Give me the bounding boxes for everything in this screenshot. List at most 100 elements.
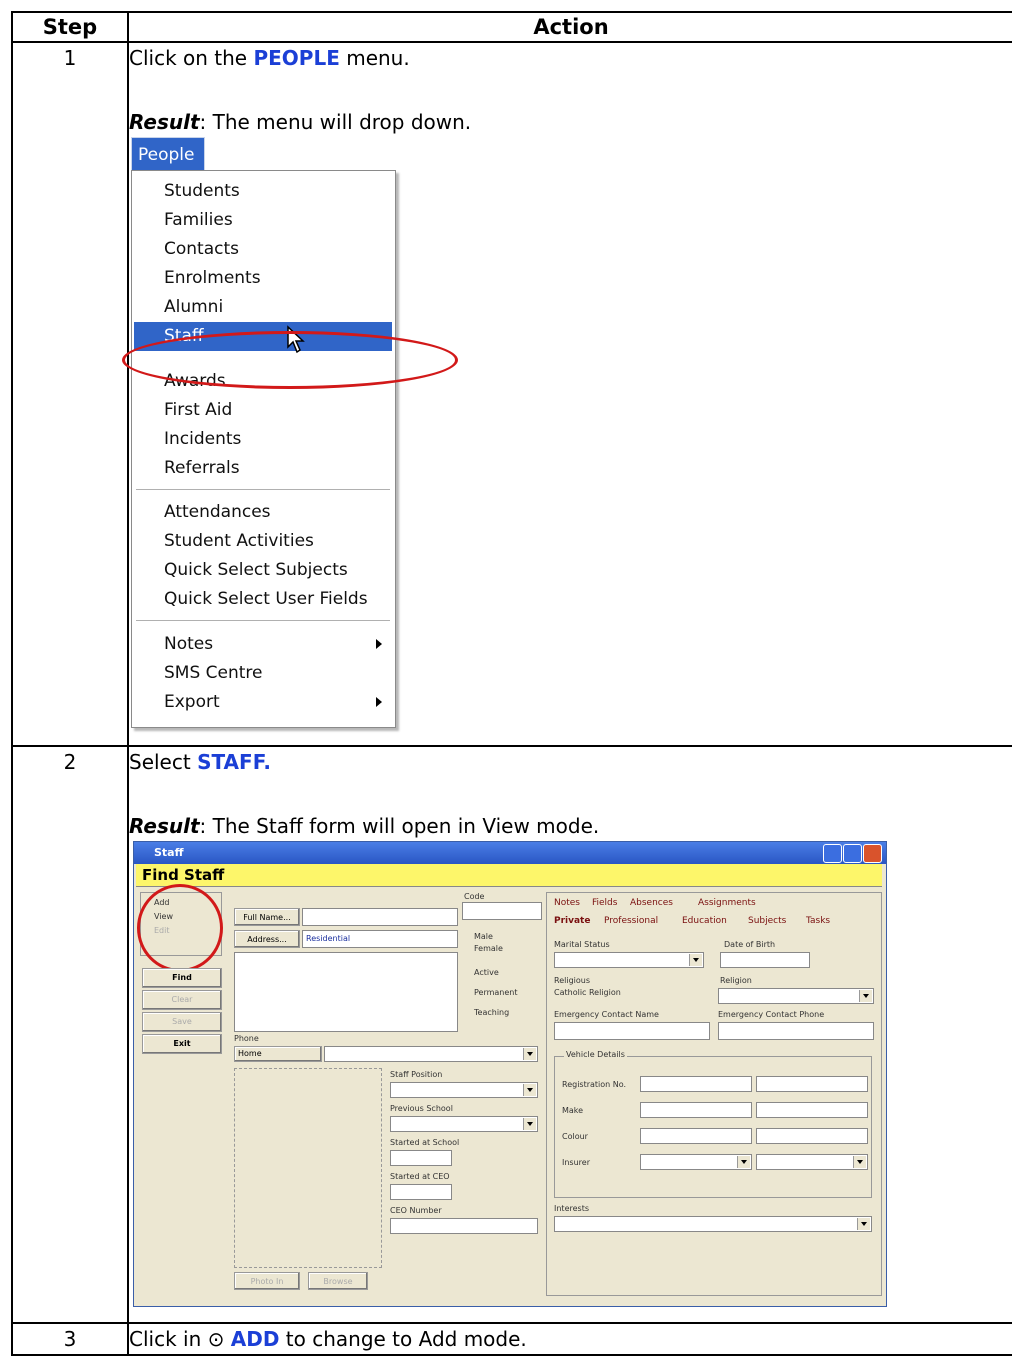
address-type-select[interactable]: Residential (302, 930, 458, 948)
address-button[interactable]: Address... (234, 930, 300, 948)
check-teaching[interactable]: Teaching (474, 1008, 509, 1017)
catholic-religion-check[interactable]: Catholic Religion (554, 988, 621, 997)
interests-select[interactable] (554, 1216, 872, 1232)
tab-assignments[interactable]: Assignments (698, 898, 756, 908)
result-description: : The Staff form will open in View mode. (199, 814, 600, 838)
people-menu-screenshot: People Students Families Contacts Enrolm… (131, 137, 416, 729)
check-permanent[interactable]: Permanent (474, 988, 518, 997)
menu-item-attendances[interactable]: Attendances (134, 498, 392, 527)
people-menu-title[interactable]: People (131, 137, 205, 173)
result-text: Result: The Staff form will open in View… (129, 811, 1012, 841)
insurer-select-2[interactable] (756, 1154, 868, 1170)
religion-select[interactable] (718, 988, 874, 1004)
phone-type-select[interactable]: Home (234, 1046, 322, 1062)
full-name-button[interactable]: Full Name... (234, 908, 300, 926)
colour-field-2[interactable] (756, 1128, 868, 1144)
menu-item-contacts[interactable]: Contacts (134, 235, 392, 264)
instruction-post: menu. (339, 46, 410, 70)
menu-item-quick-select-user-fields[interactable]: Quick Select User Fields (134, 585, 392, 614)
tab-fields[interactable]: Fields (592, 898, 617, 908)
menu-item-first-aid[interactable]: First Aid (134, 396, 392, 425)
full-name-field[interactable] (302, 908, 458, 926)
colour-label: Colour (562, 1132, 588, 1141)
ceo-number-field[interactable] (390, 1218, 538, 1234)
make-field-1[interactable] (640, 1102, 752, 1118)
code-label: Code (464, 892, 485, 901)
menu-item-quick-select-subjects[interactable]: Quick Select Subjects (134, 556, 392, 585)
started-ceo-label: Started at CEO (390, 1172, 450, 1181)
maximize-icon[interactable] (843, 844, 862, 863)
ec-phone-field[interactable] (718, 1022, 874, 1040)
tab-private[interactable]: Private (554, 916, 590, 926)
menu-item-alumni[interactable]: Alumni (134, 293, 392, 322)
make-label: Make (562, 1106, 584, 1115)
result-text: Result: The menu will drop down. (129, 107, 1012, 137)
marital-status-select[interactable] (554, 952, 704, 968)
code-field[interactable] (462, 902, 542, 920)
staff-position-select[interactable] (390, 1082, 538, 1098)
menu-item-incidents[interactable]: Incidents (134, 425, 392, 454)
exit-button[interactable]: Exit (142, 1034, 222, 1054)
insurer-select-1[interactable] (640, 1154, 752, 1170)
chevron-down-icon (853, 1156, 866, 1168)
photo-in-button[interactable]: Photo In (234, 1272, 300, 1290)
highlight-circle (137, 884, 223, 972)
instruction-pre: Click in (129, 1327, 208, 1351)
registration-label: Registration No. (562, 1080, 627, 1089)
result-description: : The menu will drop down. (199, 110, 472, 134)
ec-phone-label: Emergency Contact Phone (718, 1010, 825, 1019)
header-action: Action (127, 11, 1012, 43)
started-school-field[interactable] (390, 1150, 452, 1166)
gender-female[interactable]: Female (474, 944, 503, 953)
people-menu-dropdown: Students Families Contacts Enrolments Al… (131, 170, 396, 728)
result-label: Result (129, 110, 200, 134)
table-row: 3 Click in ⊙ ADD to change to Add mode. (11, 1322, 1012, 1356)
keyword-staff: STAFF. (197, 750, 272, 774)
menu-item-students[interactable]: Students (134, 177, 392, 206)
started-school-label: Started at School (390, 1138, 460, 1147)
tab-absences[interactable]: Absences (630, 898, 673, 908)
gender-male[interactable]: Male (474, 932, 493, 941)
chevron-down-icon (523, 1048, 536, 1060)
tab-professional[interactable]: Professional (604, 916, 658, 926)
started-ceo-field[interactable] (390, 1184, 452, 1200)
make-field-2[interactable] (756, 1102, 868, 1118)
tab-tasks[interactable]: Tasks (806, 916, 830, 926)
menu-item-sms-centre[interactable]: SMS Centre (134, 659, 392, 688)
save-button[interactable]: Save (142, 1012, 222, 1032)
menu-item-notes[interactable]: Notes (134, 630, 392, 659)
close-icon[interactable] (863, 844, 882, 863)
instruction-post: to change to Add mode. (279, 1327, 527, 1351)
tab-subjects[interactable]: Subjects (748, 916, 786, 926)
menu-item-enrolments[interactable]: Enrolments (134, 264, 392, 293)
menu-item-referrals[interactable]: Referrals (134, 454, 392, 483)
previous-school-select[interactable] (390, 1116, 538, 1132)
find-button[interactable]: Find (142, 968, 222, 988)
ec-name-field[interactable] (554, 1022, 710, 1040)
phone-field[interactable] (324, 1046, 538, 1062)
registration-field-2[interactable] (756, 1076, 868, 1092)
chevron-down-icon (859, 990, 872, 1002)
tab-notes[interactable]: Notes (554, 898, 580, 908)
registration-field-1[interactable] (640, 1076, 752, 1092)
keyword-add: ADD (230, 1327, 280, 1351)
step-number: 3 (11, 1322, 129, 1356)
chevron-down-icon (523, 1118, 536, 1130)
colour-field-1[interactable] (640, 1128, 752, 1144)
menu-item-student-activities[interactable]: Student Activities (134, 527, 392, 556)
browse-button[interactable]: Browse (308, 1272, 368, 1290)
check-active[interactable]: Active (474, 968, 499, 977)
address-textarea[interactable] (234, 952, 458, 1032)
menu-item-export[interactable]: Export (134, 688, 392, 717)
minimize-icon[interactable] (823, 844, 842, 863)
clear-button[interactable]: Clear (142, 990, 222, 1010)
menu-separator (136, 620, 390, 621)
tab-education[interactable]: Education (682, 916, 727, 926)
religious-check[interactable]: Religious (554, 976, 590, 985)
menu-item-families[interactable]: Families (134, 206, 392, 235)
highlight-circle (122, 331, 458, 389)
dob-field[interactable] (720, 952, 810, 968)
instruction-pre: Select (129, 750, 198, 774)
radio-button-icon: ⊙ (207, 1327, 225, 1351)
submenu-arrow-icon (376, 639, 382, 649)
